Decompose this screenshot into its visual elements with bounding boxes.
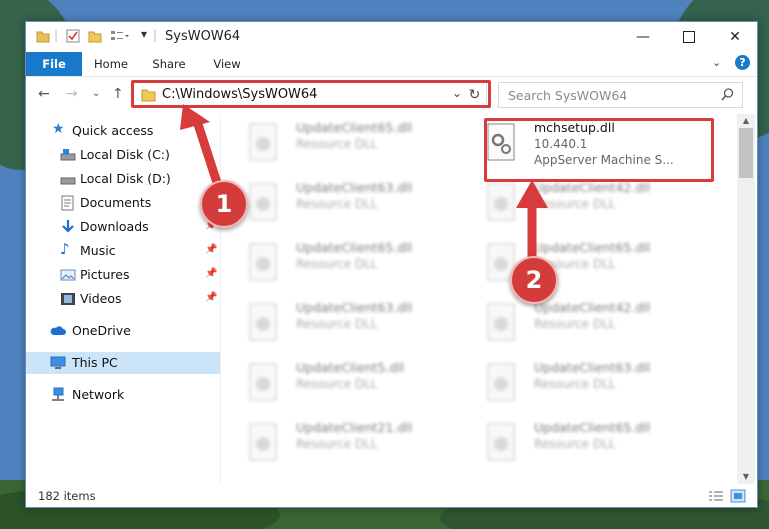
title-bar: | ▾ | SysWOW64 — ✕ [26, 22, 757, 52]
item-count: 182 items [38, 489, 96, 503]
close-button[interactable]: ✕ [712, 22, 757, 52]
pin-icon[interactable]: 📌 [205, 244, 217, 255]
dll-file-icon [487, 303, 515, 341]
drive-icon [60, 177, 76, 185]
window-title: SysWOW64 [165, 29, 241, 44]
separator: | [153, 28, 158, 42]
dll-file-icon [487, 183, 515, 221]
separator: | [54, 28, 59, 42]
close-icon: ✕ [729, 29, 741, 45]
computer-icon [50, 356, 66, 369]
sidebar-item-quick-access[interactable]: ★ Quick access [26, 120, 220, 142]
sidebar-item-pictures[interactable]: Pictures 📌 [26, 264, 220, 286]
customize-qa-icon[interactable] [110, 29, 130, 43]
search-box[interactable]: Search SysWOW64 [498, 82, 743, 108]
search-icon [721, 88, 734, 101]
pin-icon[interactable]: 📌 [205, 268, 217, 279]
drive-icon [60, 149, 76, 161]
tab-home[interactable]: Home [84, 52, 138, 76]
dll-file-icon [249, 243, 277, 281]
sidebar-item-documents[interactable]: Documents [26, 192, 220, 214]
file-tile[interactable]: UpdateClient5.dll Resource DLL [222, 358, 442, 414]
step-badge-1: 1 [200, 180, 248, 228]
sidebar-item-network[interactable]: Network [26, 384, 220, 406]
dll-file-icon [249, 183, 277, 221]
sidebar-item-onedrive[interactable]: OneDrive [26, 320, 220, 342]
file-tile[interactable]: UpdateClient42.dll Resource DLL [460, 298, 680, 354]
file-tile[interactable]: UpdateClient65.dll Resource DLL [460, 238, 680, 294]
help-icon[interactable]: ? [735, 55, 750, 70]
search-input[interactable]: Search SysWOW64 [508, 88, 627, 103]
pictures-icon [60, 269, 76, 281]
maximize-button[interactable] [666, 22, 712, 52]
tab-file[interactable]: File [26, 52, 82, 76]
sidebar-item-local-disk-d[interactable]: Local Disk (D:) [26, 168, 220, 190]
forward-arrow-icon[interactable]: → [66, 86, 78, 102]
file-tile[interactable]: UpdateClient63.dll Resource DLL [460, 358, 680, 414]
pane-divider[interactable] [220, 114, 221, 484]
recent-locations-icon[interactable]: ⌄ [92, 88, 100, 99]
file-tile[interactable]: UpdateClient42.dll Resource DLL [460, 178, 680, 234]
file-explorer-window: | ▾ | SysWOW64 — ✕ File Home Share View … [25, 21, 758, 508]
sidebar-item-this-pc[interactable]: This PC [26, 352, 220, 374]
star-icon: ★ [52, 121, 65, 137]
up-arrow-icon[interactable]: ↑ [112, 86, 124, 102]
step-badge-2: 2 [510, 256, 558, 304]
scroll-down-icon[interactable]: ▼ [737, 470, 755, 484]
dll-file-icon [249, 423, 277, 461]
dll-file-icon [249, 303, 277, 341]
file-tile[interactable]: UpdateClient65.dll Resource DLL [222, 238, 442, 294]
documents-icon [61, 195, 74, 211]
tab-view[interactable]: View [200, 52, 254, 76]
music-icon: ♪ [60, 240, 70, 258]
vertical-scrollbar[interactable]: ▲ ▼ [737, 114, 755, 484]
large-icons-view-icon[interactable] [730, 489, 746, 503]
new-folder-icon[interactable] [88, 29, 102, 43]
dll-file-icon [249, 363, 277, 401]
file-highlight-box [484, 118, 714, 182]
navigation-pane: ★ Quick access Local Disk (C:) Local Dis… [26, 114, 220, 484]
chevron-down-icon[interactable]: ▾ [141, 27, 147, 41]
sidebar-item-music[interactable]: ♪ Music 📌 [26, 240, 220, 262]
file-tile[interactable]: UpdateClient65.dll Resource DLL [460, 418, 680, 474]
properties-icon[interactable] [66, 29, 80, 43]
file-tile[interactable]: UpdateClient65.dll Resource DLL [222, 118, 442, 174]
file-tile[interactable]: UpdateClient63.dll Resource DLL [222, 178, 442, 234]
maximize-icon [683, 31, 695, 43]
file-tile[interactable]: UpdateClient21.dll Resource DLL [222, 418, 442, 474]
details-view-icon[interactable] [708, 490, 724, 503]
folder-icon [36, 31, 50, 43]
address-highlight-box [131, 80, 491, 108]
tab-share[interactable]: Share [142, 52, 196, 76]
network-icon [52, 387, 64, 401]
videos-icon [61, 293, 75, 305]
minimize-icon: — [636, 29, 650, 45]
pin-icon[interactable]: 📌 [205, 292, 217, 303]
dll-file-icon [487, 423, 515, 461]
navigation-bar: ← → ⌄ ↑ C:\Windows\SysWOW64 ⌄ ↻ Search S… [26, 78, 757, 110]
file-tile[interactable]: UpdateClient63.dll Resource DLL [222, 298, 442, 354]
scroll-up-icon[interactable]: ▲ [737, 114, 755, 128]
cloud-icon [50, 326, 66, 335]
dll-file-icon [249, 123, 277, 161]
sidebar-item-downloads[interactable]: Downloads 📌 [26, 216, 220, 238]
downloads-icon [62, 220, 74, 233]
sidebar-item-local-disk-c[interactable]: Local Disk (C:) [26, 144, 220, 166]
ribbon: File Home Share View ⌄ ? [26, 52, 757, 77]
dll-file-icon [487, 363, 515, 401]
scroll-thumb[interactable] [739, 128, 753, 178]
back-arrow-icon[interactable]: ← [38, 86, 50, 102]
sidebar-item-videos[interactable]: Videos 📌 [26, 288, 220, 310]
status-bar: 182 items [26, 486, 757, 507]
minimize-button[interactable]: — [620, 22, 666, 52]
chevron-down-icon[interactable]: ⌄ [712, 56, 721, 69]
